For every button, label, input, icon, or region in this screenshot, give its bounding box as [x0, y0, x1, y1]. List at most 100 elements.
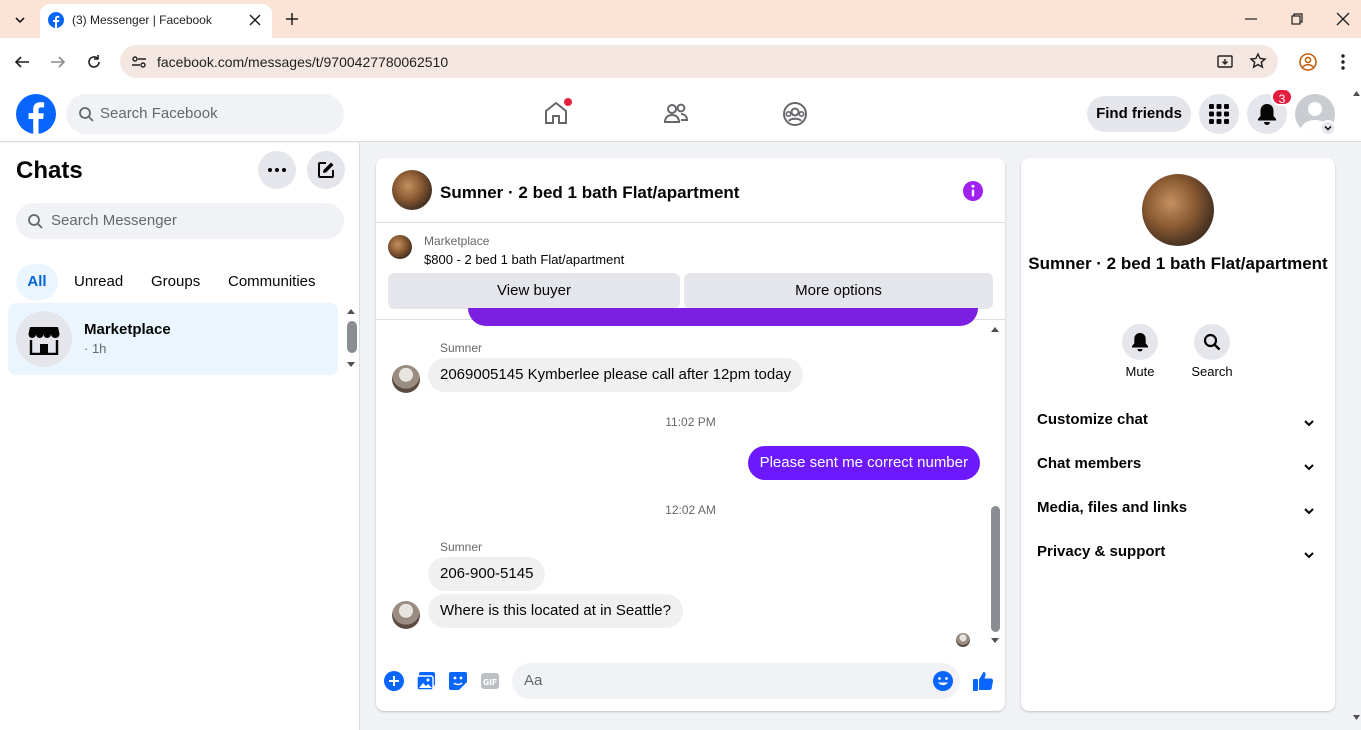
tab-search-icon[interactable] — [10, 10, 30, 30]
message-sender: Sumner — [440, 341, 483, 355]
sender-avatar[interactable] — [392, 365, 420, 393]
conversation-item-marketplace[interactable]: Marketplace · 1h — [8, 303, 338, 375]
chat-title[interactable]: Sumner · 2 bed 1 bath Flat/apartment — [440, 183, 739, 203]
view-buyer-button[interactable]: View buyer — [388, 273, 680, 309]
browser-tab-bar: (3) Messenger | Facebook — [0, 0, 1361, 38]
info-icon[interactable] — [962, 180, 984, 202]
chatlist-scrollbar-thumb[interactable] — [347, 321, 357, 353]
address-toolbar: facebook.com/messages/t/9700427780062510 — [0, 38, 1361, 86]
compose-icon — [317, 161, 335, 179]
chevron-down-icon — [1304, 508, 1314, 515]
message-sender: Sumner — [440, 540, 483, 554]
mute-label: Mute — [1125, 364, 1155, 379]
storefront-icon — [28, 325, 60, 355]
site-info-icon[interactable] — [130, 53, 148, 71]
minimize-icon[interactable] — [1243, 11, 1259, 27]
page-scroll-up-icon[interactable] — [1352, 90, 1361, 97]
home-icon[interactable] — [543, 98, 572, 126]
more-options-button[interactable]: More options — [684, 273, 993, 309]
chat-options-button[interactable] — [258, 151, 296, 189]
sender-avatar[interactable] — [392, 601, 420, 629]
svg-text:GIF: GIF — [483, 678, 497, 687]
close-tab-icon[interactable] — [248, 13, 262, 27]
facebook-logo-icon[interactable] — [16, 94, 56, 134]
like-thumb-icon[interactable] — [972, 670, 994, 692]
back-icon[interactable] — [13, 53, 31, 71]
scroll-down-arrow-icon[interactable] — [346, 361, 356, 369]
chevron-down-icon — [1304, 464, 1314, 471]
message-input[interactable]: Aa — [512, 663, 960, 699]
chevron-down-icon — [1304, 552, 1314, 559]
profile-icon[interactable] — [1298, 52, 1318, 72]
messenger-search-placeholder: Search Messenger — [51, 212, 177, 229]
filter-groups-tab[interactable]: Groups — [151, 264, 200, 300]
browser-tab[interactable]: (3) Messenger | Facebook — [40, 4, 272, 38]
message-timestamp: 12:02 AM — [665, 503, 716, 517]
facebook-favicon-icon — [48, 12, 64, 28]
reload-icon[interactable] — [85, 53, 103, 71]
restore-icon[interactable] — [1289, 11, 1305, 27]
message-timestamp: 11:02 PM — [665, 415, 716, 429]
close-window-icon[interactable] — [1335, 11, 1351, 27]
thread-scroll-down-icon[interactable] — [990, 637, 1000, 645]
thread-scroll-up-icon[interactable] — [990, 325, 1000, 333]
media-files-links-section[interactable]: Media, files and links — [1037, 499, 1319, 523]
bell-icon — [1257, 103, 1277, 125]
install-app-icon[interactable] — [1216, 53, 1234, 71]
marketplace-avatar — [16, 311, 72, 367]
messenger-search-input[interactable]: Search Messenger — [16, 203, 344, 239]
plus-icon[interactable] — [384, 671, 404, 691]
emoji-icon[interactable] — [932, 670, 954, 692]
incoming-message[interactable]: Where is this located at in Seattle? — [428, 594, 683, 628]
filter-unread-tab[interactable]: Unread — [74, 264, 123, 300]
sticker-icon[interactable] — [448, 671, 468, 691]
tab-title: (3) Messenger | Facebook — [72, 13, 212, 27]
section-label: Privacy & support — [1037, 543, 1166, 560]
bell-icon — [1131, 332, 1149, 352]
marketplace-banner: Marketplace $800 - 2 bed 1 bath Flat/apa… — [376, 222, 1005, 320]
mute-button[interactable] — [1122, 324, 1158, 360]
search-placeholder: Search Facebook — [100, 105, 218, 122]
customize-chat-section[interactable]: Customize chat — [1037, 411, 1319, 435]
privacy-support-section[interactable]: Privacy & support — [1037, 543, 1319, 567]
new-tab-icon[interactable] — [284, 11, 300, 27]
page-scroll-down-icon[interactable] — [1352, 714, 1361, 721]
apps-grid-icon — [1209, 104, 1229, 124]
search-icon — [78, 106, 94, 122]
conversation-name: Marketplace — [84, 321, 171, 338]
info-name: Sumner · 2 bed 1 bath Flat/apartment — [1028, 254, 1328, 273]
incoming-message[interactable]: 206-900-5145 — [428, 557, 546, 591]
find-friends-button[interactable]: Find friends — [1087, 96, 1191, 132]
listing-title[interactable]: $800 - 2 bed 1 bath Flat/apartment — [424, 252, 624, 267]
photo-icon[interactable] — [416, 671, 436, 691]
notification-badge: 3 — [1271, 88, 1293, 106]
gif-icon[interactable]: GIF — [480, 671, 500, 691]
search-conversation-button[interactable] — [1194, 324, 1230, 360]
new-message-button[interactable] — [307, 151, 345, 189]
scroll-up-arrow-icon[interactable] — [346, 307, 356, 315]
outgoing-message[interactable]: Please sent me correct number — [747, 446, 980, 480]
filter-all-tab[interactable]: All — [16, 264, 58, 300]
chat-window: Sumner · 2 bed 1 bath Flat/apartment Mar… — [376, 158, 1005, 711]
omnibox[interactable]: facebook.com/messages/t/9700427780062510 — [120, 45, 1278, 78]
facebook-search-input[interactable]: Search Facebook — [66, 94, 344, 134]
account-chevron-icon[interactable] — [1320, 120, 1336, 136]
marketplace-label: Marketplace — [424, 234, 490, 248]
friends-icon[interactable] — [663, 101, 689, 127]
menu-button[interactable] — [1199, 94, 1239, 134]
forward-icon[interactable] — [49, 53, 67, 71]
read-receipt-avatar — [956, 633, 970, 647]
filter-communities-tab[interactable]: Communities — [228, 264, 316, 300]
browser-menu-icon[interactable] — [1340, 52, 1346, 72]
facebook-header: Search Facebook Find friends — [0, 86, 1361, 142]
chat-members-section[interactable]: Chat members — [1037, 455, 1319, 479]
bookmark-star-icon[interactable] — [1249, 52, 1267, 70]
listing-profile-photo[interactable] — [1142, 174, 1214, 246]
search-icon — [27, 213, 43, 229]
incoming-message[interactable]: 2069005145 Kymberlee please call after 1… — [428, 358, 804, 392]
groups-icon[interactable] — [782, 101, 808, 127]
thread-scrollbar-thumb[interactable] — [991, 506, 1000, 632]
chat-header-avatar[interactable] — [392, 170, 432, 210]
chevron-down-icon — [1304, 420, 1314, 427]
search-icon — [1203, 333, 1221, 351]
